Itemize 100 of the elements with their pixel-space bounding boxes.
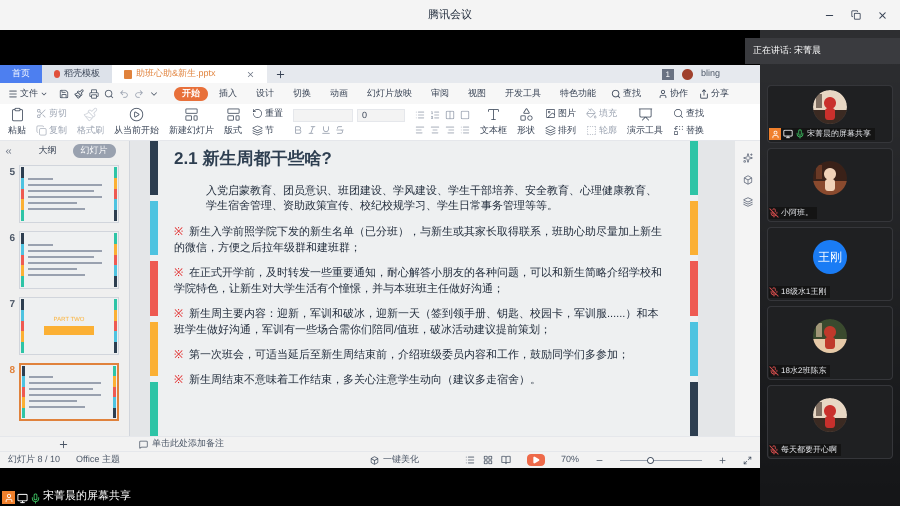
close-tab-icon[interactable] [246,70,255,78]
file-menu[interactable]: 文件 [8,86,48,100]
ribbon-button[interactable]: 新建幻灯片 [169,106,214,138]
user-icon [769,128,781,140]
menu-tab[interactable]: 审阅 [423,86,457,100]
color-bar [150,322,158,376]
paintbrush-icon [83,106,98,122]
play-icon [532,456,540,464]
color-bar [150,141,158,196]
ribbon-button[interactable]: 从当前开始 [114,106,159,138]
ribbon-button[interactable]: 文本框 [480,106,507,138]
thumbnail-box [44,326,94,335]
toolbar-link[interactable]: 分享 [699,86,729,100]
slide-paragraph: 入党启蒙教育、团员意识、班团建设、学风建设、学生干部培养、安全教育、心理健康教育、学生宿舍管理、资助政策宣传、校纪校规学习、学生日常事务管理等等。 [205,184,658,214]
color-bar [690,382,698,436]
menu-tab[interactable]: 视图 [460,86,494,100]
slide-bullet: ※ 新生入学前照学院下发的新生名单（已分班），与新生或其家长取得联系，班助心助尽量加上新生的微信，方便之后拉年级群和建班群； [174,224,663,256]
participant-name: 每天都要开心啊 [781,444,837,456]
menu-tab[interactable]: 插入 [211,86,245,100]
slide-bullet: ※ 在正式开学前，及时转发一些重要通知，耐心解答小朋友的各种问题，可以和新生简略介绍学校和学院特色，让新生对大学生活有个憧憬，并与本班班主任做好沟通； [174,266,663,296]
notes-placeholder[interactable]: 单击此处添加备注 [152,437,224,451]
slide-thumbnail[interactable] [19,363,119,421]
menu-tab[interactable]: 幻灯片放映 [359,86,420,100]
layers-icon [252,125,263,136]
font-size-field[interactable]: 0 [357,109,405,122]
menu-tab[interactable]: 设计 [248,86,282,100]
share-label: 宋菁晨的屏幕共享 [43,488,131,504]
participant-name: 18级水1王刚 [781,286,826,298]
slide-thumbnail[interactable] [19,165,119,223]
ribbon-button[interactable]: 排列 [545,124,576,138]
participant-tile[interactable]: 小阿班。 [767,148,893,222]
menu-tab[interactable]: 切换 [285,86,319,100]
layers-icon [545,125,556,136]
user-avatar-icon [682,69,693,80]
menu-tab[interactable]: 开发工具 [497,86,549,100]
restore-icon[interactable] [851,10,861,20]
collapse-icon[interactable] [4,146,13,156]
slide-bullet: ※ 新生周主要内容：迎新，军训和破冰，迎新一天（签到领手册、钥匙、校园卡，军训服......）和本班学生做好沟通，军训有一些场合需你们陪同/值班，破冰活动建议提前策划； [174,306,660,338]
participant-tile[interactable]: 王刚 18级水1王刚 [767,227,893,301]
user-icon [658,88,668,98]
slide-layout-icon [184,106,199,122]
color-bar [690,261,698,316]
cube-icon [370,456,379,464]
beautify-button[interactable]: 一键美化 [370,453,419,467]
play-button[interactable] [526,454,545,466]
slide-title: 2.1 新生周都干些啥? [174,148,333,170]
ribbon-button[interactable]: 节 [252,124,283,138]
ribbon-button[interactable]: 形状 [517,106,535,138]
screen-share-icon [17,493,28,504]
speaking-banner: 正在讲话: 宋菁晨 [745,38,900,64]
image-icon [545,108,556,119]
document-tab[interactable]: 首页 [0,65,42,83]
window-title: 腾讯会议 [428,8,472,23]
menu-tab[interactable]: 特色功能 [552,86,604,100]
ribbon-button[interactable]: 粘贴 [8,106,26,138]
new-tab-icon[interactable] [275,69,286,80]
sidebar-tool-icon[interactable] [742,153,752,163]
sidebar-tool-icon[interactable] [742,175,752,185]
paint-bucket-icon [586,108,597,119]
fit-window-icon[interactable] [743,456,752,464]
window-count-badge: 1 [662,69,674,80]
color-bar [150,201,158,256]
slide-number: 6 [8,232,15,246]
ribbon-button[interactable]: 查找 [673,106,704,120]
add-slide-icon[interactable] [58,438,69,450]
text-box-icon [486,106,501,122]
ribbon-button[interactable]: 版式 [224,106,242,138]
shapes-icon [518,106,534,122]
participant-tile[interactable]: 宋菁晨的屏幕共享 [767,85,893,143]
color-bar [150,261,158,316]
menu-search[interactable]: 查找 [611,86,641,100]
paragraph-icons[interactable] [415,110,470,134]
quick-access-icons[interactable] [59,88,159,98]
copy-icon [36,125,47,136]
zoom-slider-thumb[interactable] [647,456,654,464]
user-name: bling [700,66,720,80]
play-icon [129,106,144,122]
ribbon-button[interactable]: 图片 [545,106,576,120]
participant-tile[interactable]: 18水2班陈东 [767,306,893,380]
zoom-percent[interactable]: 70% [560,453,579,467]
sidebar-tool-icon[interactable] [742,197,752,207]
toolbar-link[interactable]: 协作 [658,86,688,100]
font-name-field[interactable] [293,109,353,122]
ribbon-button[interactable]: 演示工具 [627,106,663,138]
color-bar [690,322,698,376]
panel-tab[interactable]: 大纲 [30,144,64,158]
ribbon-button[interactable]: 重置 [252,106,283,120]
slide-number: 5 [8,166,15,180]
zoom-in-icon[interactable] [718,456,727,464]
slide-bullet: ※ 新生周结束不意味着工作结束，多关心注意学生动向（建议多走宿舍）。 [174,372,542,388]
replace-icon [673,125,684,136]
slide-thumbnail[interactable] [19,231,119,289]
participant-tile[interactable]: 每天都要开心啊 [767,385,893,459]
ribbon-button[interactable]: 替换 [673,124,704,138]
presentation-icon [638,106,652,122]
menu-tab[interactable]: 动画 [322,86,356,100]
color-bar [690,141,698,196]
participant-name: 宋菁晨的屏幕共享 [807,128,871,140]
close-icon[interactable] [877,10,888,20]
document-tab[interactable]: 稻壳模板 [42,65,112,83]
